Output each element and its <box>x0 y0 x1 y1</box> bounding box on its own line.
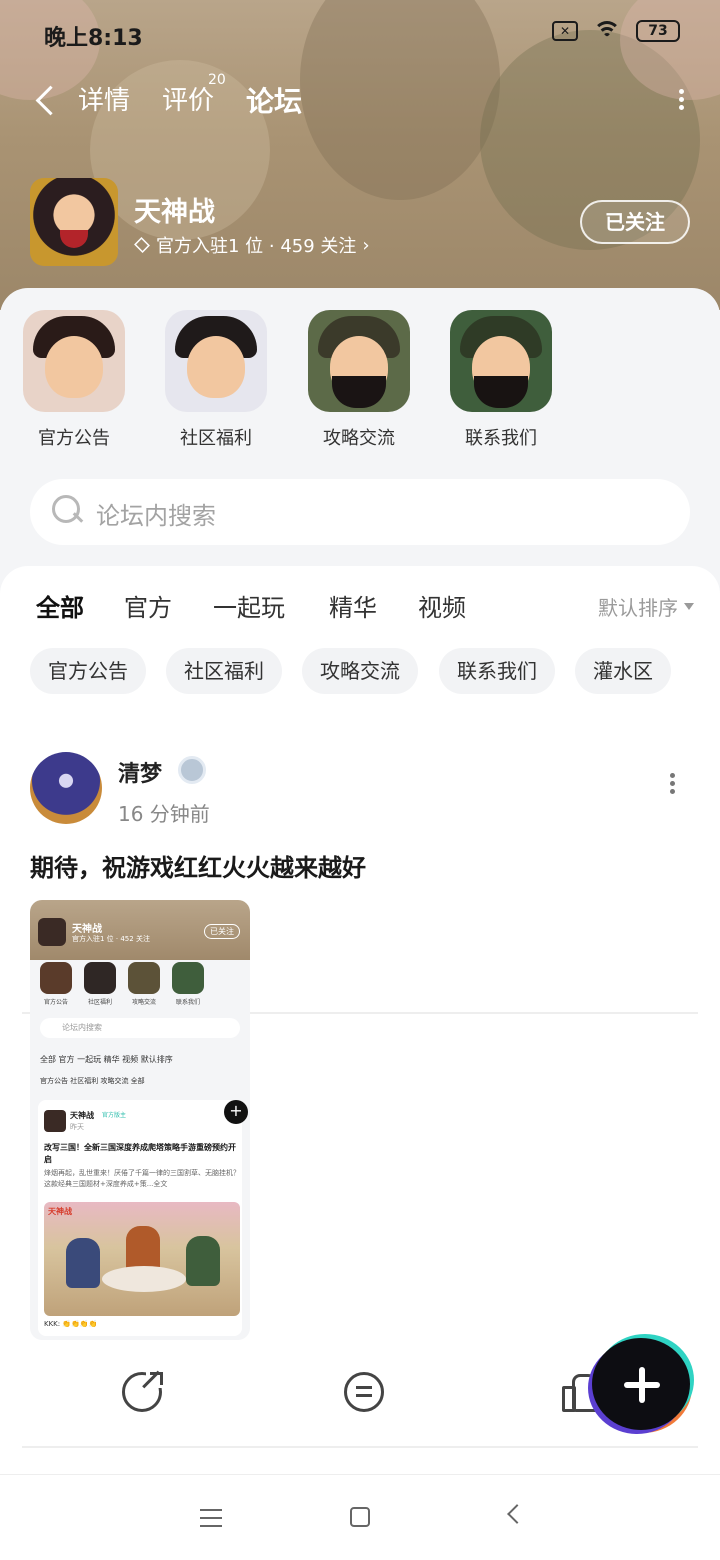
quick-link-benefits[interactable]: 社区福利 <box>156 310 276 450</box>
back-icon[interactable] <box>32 80 60 120</box>
feed-tab-all[interactable]: 全部 <box>36 588 84 627</box>
guides-avatar <box>308 310 410 412</box>
contact-avatar <box>450 310 552 412</box>
tab-reviews[interactable]: 评价 <box>162 80 214 117</box>
thumb-card-time: 昨天 <box>70 1123 84 1131</box>
home-icon[interactable] <box>350 1507 370 1527</box>
thumb-card-body: 烽烟再起，乱世重来！厌倦了千篇一律的三国割草、无脑挂机？这款经典三国题材+深度养… <box>44 1169 240 1188</box>
feed-tab-video[interactable]: 视频 <box>418 588 466 623</box>
comment-icon[interactable] <box>344 1372 384 1412</box>
thumb-game-meta: 官方入驻1 位 · 452 关注 <box>72 935 150 943</box>
like-icon[interactable] <box>562 1374 600 1412</box>
top-nav: 详情 评价 20 论坛 <box>0 70 720 130</box>
benefits-avatar <box>165 310 267 412</box>
game-info: 天神战 官方入驻1 位 · 459 关注 › 已关注 <box>30 178 690 268</box>
thumb-post-card: 天神战 官方版主 昨天 改写三国！全新三国深度养成爬塔策略手游重磅预约开启 烽烟… <box>38 1100 242 1336</box>
thumb-follow: 已关注 <box>204 924 240 939</box>
feed-tab-featured[interactable]: 精华 <box>329 588 377 623</box>
search-icon <box>52 495 82 525</box>
forum-panel: 官方公告 社区福利 攻略交流 联系我们 论坛内搜索 全部 官方 一起玩 精华 视… <box>0 288 720 1474</box>
post-more-icon[interactable] <box>668 770 676 800</box>
post-text[interactable]: 期待，祝游戏红红火火越来越好 <box>30 848 366 883</box>
thumb-card-title: 改写三国！全新三国深度养成爬塔策略手游重磅预约开启 <box>44 1143 236 1164</box>
thumb-quick: 联系我们 <box>168 962 208 1006</box>
menu-icon[interactable] <box>200 1509 222 1527</box>
game-avatar <box>30 178 118 266</box>
create-post-button[interactable] <box>592 1338 690 1430</box>
diamond-icon <box>134 237 150 253</box>
divider <box>22 1446 698 1448</box>
status-time: 晚上8:13 <box>44 26 143 51</box>
more-icon[interactable] <box>676 86 686 116</box>
header-banner: 晚上8:13 ✕ 73 详情 评价 20 论坛 天神战 官方入驻1 位 · 45… <box>0 0 720 310</box>
thumb-card-footer: KKK: 👏👏👏👏 <box>44 1320 98 1328</box>
quick-link-label: 官方公告 <box>38 428 110 449</box>
thumb-search: 论坛内搜索 <box>40 1018 240 1038</box>
thumb-card-image-label: 天神战 <box>48 1207 72 1216</box>
feed-tab-play-together[interactable]: 一起玩 <box>213 588 285 623</box>
reviews-count-badge: 20 <box>208 72 226 88</box>
user-badge-icon <box>178 756 206 784</box>
avatar[interactable] <box>30 752 102 824</box>
thumb-quick: 攻略交流 <box>124 962 164 1006</box>
follow-button[interactable]: 已关注 <box>580 200 690 244</box>
quick-link-contact[interactable]: 联系我们 <box>441 310 561 450</box>
thumb-game-name: 天神战 <box>72 924 102 935</box>
feed: 全部 官方 一起玩 精华 视频 默认排序 官方公告 社区福利 攻略交流 联系我们… <box>0 566 720 1474</box>
thumb-game-avatar <box>38 918 66 946</box>
chip-announcements[interactable]: 官方公告 <box>30 648 146 694</box>
tab-forum[interactable]: 论坛 <box>246 80 303 122</box>
game-meta[interactable]: 官方入驻1 位 · 459 关注 › <box>134 232 370 258</box>
announcement-avatar <box>23 310 125 412</box>
sort-label: 默认排序 <box>598 596 678 620</box>
game-meta-text: 官方入驻1 位 · 459 关注 <box>156 236 357 257</box>
system-nav-bar <box>0 1474 720 1560</box>
thumb-card-image: 天神战 <box>44 1202 240 1316</box>
quick-link-label: 联系我们 <box>465 428 537 449</box>
quick-link-guides[interactable]: 攻略交流 <box>299 310 419 450</box>
caret-down-icon <box>684 603 694 610</box>
search-input[interactable]: 论坛内搜索 <box>96 496 216 531</box>
wifi-icon <box>592 21 622 41</box>
chip-guides[interactable]: 攻略交流 <box>302 648 418 694</box>
chevron-right-icon: › <box>362 234 370 256</box>
thumb-chips: 官方公告 社区福利 攻略交流 全部 <box>40 1077 145 1085</box>
post-time: 16 分钟前 <box>118 802 210 826</box>
sort-dropdown[interactable]: 默认排序 <box>598 592 694 621</box>
quick-link-announcements[interactable]: 官方公告 <box>14 310 134 450</box>
thumb-plus-icon: + <box>224 1100 248 1124</box>
thumb-quick: 官方公告 <box>36 962 76 1006</box>
feed-tab-official[interactable]: 官方 <box>124 588 172 623</box>
forum-search[interactable]: 论坛内搜索 <box>30 479 690 545</box>
game-name: 天神战 <box>134 197 215 228</box>
quick-link-label: 攻略交流 <box>323 428 395 449</box>
quick-link-label: 社区福利 <box>180 428 252 449</box>
thumb-card-badge: 官方版主 <box>102 1112 127 1119</box>
status-bar: 晚上8:13 ✕ 73 <box>0 0 720 64</box>
chip-contact[interactable]: 联系我们 <box>439 648 555 694</box>
tab-details[interactable]: 详情 <box>78 80 130 117</box>
close-box-icon: ✕ <box>552 21 578 41</box>
thumb-quick: 社区福利 <box>80 962 120 1006</box>
chip-benefits[interactable]: 社区福利 <box>166 648 282 694</box>
post-image[interactable]: 天神战 官方入驻1 位 · 452 关注 已关注 官方公告 社区福利 攻略交流 … <box>30 900 250 1340</box>
thumb-tabs: 全部 官方 一起玩 精华 视频 默认排序 <box>40 1055 173 1064</box>
thumb-card-user: 天神战 <box>70 1111 94 1120</box>
battery-icon: 73 <box>636 20 680 42</box>
share-arrow-icon <box>136 1368 163 1394</box>
back-nav-icon[interactable] <box>507 1504 527 1524</box>
chip-chat[interactable]: 灌水区 <box>575 648 671 694</box>
post-username[interactable]: 清梦 <box>118 756 162 788</box>
